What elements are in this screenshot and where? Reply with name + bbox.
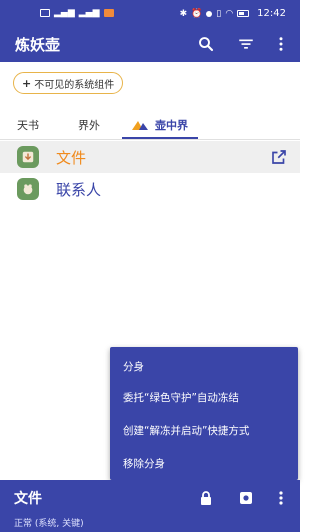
more-vert-icon[interactable] (270, 33, 292, 55)
vibrate-icon: ▯ (216, 8, 222, 19)
chip-label: 不可见的系统组件 (34, 79, 115, 91)
list-item-contacts[interactable]: 联系人 (0, 173, 300, 205)
list-item-label: 联系人 (56, 181, 102, 199)
more-vert-icon[interactable] (271, 488, 291, 508)
bottom-bar: 文件 正常 (系统, 关键) (0, 480, 300, 532)
settings-icon[interactable] (236, 488, 256, 508)
menu-item-clone[interactable]: 分身 (123, 359, 144, 374)
tab-huzhongjie[interactable]: 壶中界 (155, 117, 188, 133)
battery-icon (237, 10, 250, 17)
plus-icon: + (22, 76, 32, 90)
signal-icon-2: ▂▄▆ (78, 8, 100, 18)
list-item-files[interactable]: 文件 (0, 141, 300, 173)
search-icon[interactable] (195, 33, 217, 55)
menu-item-create-shortcut[interactable]: 创建“解冻并启动”快捷方式 (123, 423, 249, 438)
filter-chip-bar: + 不可见的系统组件 (0, 62, 300, 107)
lock-icon[interactable] (196, 488, 216, 508)
app-bar: 炼妖壶 (0, 26, 300, 62)
list-item-label: 文件 (56, 149, 87, 167)
contacts-app-icon (17, 178, 39, 200)
mountain-icon (132, 121, 148, 130)
tab-bar: 天书 界外 壶中界 (0, 107, 300, 140)
context-menu: 分身 委托“绿色守护”自动冻结 创建“解冻并启动”快捷方式 移除分身 (110, 347, 298, 480)
download-icon (17, 146, 39, 168)
selected-app-title: 文件 (14, 491, 42, 507)
status-left-icons: ▂▄▆ ▂▄▆ (40, 8, 114, 18)
signal-icon: ▂▄▆ (54, 8, 75, 18)
tab-tianshu[interactable]: 天书 (17, 117, 39, 133)
alarm-icon: ⏰ (191, 8, 203, 19)
app-title: 炼妖壶 (15, 36, 61, 54)
selected-app-status: 正常 (系统, 关键) (14, 519, 84, 529)
notification-icon (40, 9, 50, 17)
menu-item-delegate-freeze[interactable]: 委托“绿色守护”自动冻结 (123, 390, 239, 405)
hidden-components-chip[interactable]: + 不可见的系统组件 (13, 72, 124, 94)
tab-indicator (122, 137, 198, 139)
nfc-icon: ✱ (179, 8, 188, 19)
filter-icon[interactable] (235, 33, 257, 55)
status-right-icons: ✱ ⏰ ▯ ◠ 12:42 (180, 8, 286, 19)
app-notification-icon (103, 9, 114, 17)
tab-jiewai[interactable]: 界外 (78, 117, 100, 133)
status-bar: ▂▄▆ ▂▄▆ ✱ ⏰ ▯ ◠ 12:42 (0, 0, 300, 26)
menu-item-remove-clone[interactable]: 移除分身 (123, 456, 165, 471)
location-icon (206, 10, 213, 17)
status-time: 12:42 (257, 8, 286, 19)
wifi-icon: ◠ (225, 8, 234, 19)
open-external-icon[interactable] (270, 148, 288, 166)
